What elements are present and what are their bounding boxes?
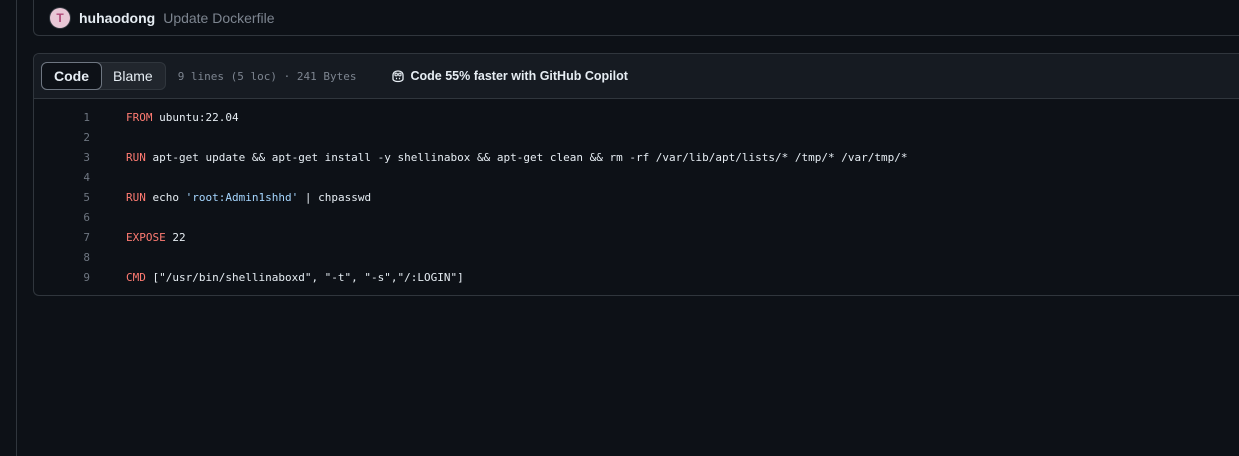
code-line[interactable]: 4 [34, 167, 1239, 187]
code-line[interactable]: 1 FROM ubuntu:22.04 [34, 107, 1239, 127]
line-number[interactable]: 1 [34, 111, 126, 124]
line-number[interactable]: 5 [34, 191, 126, 204]
code-keyword: EXPOSE [126, 230, 166, 244]
code-keyword: RUN [126, 150, 146, 164]
file-viewer: Code Blame 9 lines (5 loc) · 241 Bytes C… [33, 53, 1239, 296]
latest-commit-bar: T huhaodong Update Dockerfile [33, 0, 1239, 36]
tab-blame[interactable]: Blame [101, 63, 165, 89]
code-line[interactable]: 6 [34, 207, 1239, 227]
code-body: apt-get update && apt-get install -y she… [145, 150, 908, 164]
page-left-border [16, 0, 17, 456]
copilot-icon [391, 70, 404, 83]
author-avatar[interactable]: T [50, 7, 70, 28]
code-line[interactable]: 8 [34, 247, 1239, 267]
code-text: FROM ubuntu:22.04 [126, 111, 239, 124]
code-keyword: RUN [126, 190, 146, 204]
code-string: 'root:Admin1shhd' [185, 190, 299, 204]
code-body: echo [145, 190, 186, 204]
copilot-promo-button[interactable]: Code 55% faster with GitHub Copilot [390, 68, 628, 84]
code-line[interactable]: 5 RUN echo 'root:Admin1shhd' | chpasswd [34, 187, 1239, 207]
code-body: ["/usr/bin/shellinaboxd", "-t", "-s","/:… [145, 270, 464, 284]
copilot-promo-label: Code 55% faster with GitHub Copilot [410, 69, 628, 83]
line-number[interactable]: 2 [34, 131, 126, 144]
code-keyword: CMD [126, 270, 146, 284]
code-text: EXPOSE 22 [126, 231, 186, 244]
tab-code[interactable]: Code [41, 62, 102, 90]
line-number[interactable]: 6 [34, 211, 126, 224]
code-line[interactable]: 3 RUN apt-get update && apt-get install -… [34, 147, 1239, 167]
view-mode-toggle: Code Blame [41, 62, 166, 90]
code-text: RUN echo 'root:Admin1shhd' | chpasswd [126, 191, 371, 204]
code-line[interactable]: 2 [34, 127, 1239, 147]
file-header: Code Blame 9 lines (5 loc) · 241 Bytes C… [34, 54, 1239, 99]
file-stats: 9 lines (5 loc) · 241 Bytes [177, 69, 357, 83]
avatar-initial: T [56, 10, 64, 25]
code-keyword: FROM [126, 110, 153, 124]
line-number[interactable]: 7 [34, 231, 126, 244]
code-text: CMD ["/usr/bin/shellinaboxd", "-t", "-s"… [126, 271, 464, 284]
code-line[interactable]: 7 EXPOSE 22 [34, 227, 1239, 247]
line-number[interactable]: 8 [34, 251, 126, 264]
line-number[interactable]: 9 [34, 271, 126, 284]
code-view[interactable]: 1 FROM ubuntu:22.04 2 3 RUN apt-get update &… [34, 99, 1239, 287]
commit-message-link[interactable]: Update Dockerfile [163, 10, 274, 26]
code-body: ubuntu:22.04 [152, 110, 239, 124]
code-text: RUN apt-get update && apt-get install -y… [126, 151, 907, 164]
code-tail: | chpasswd [298, 190, 372, 204]
line-number[interactable]: 3 [34, 151, 126, 164]
line-number[interactable]: 4 [34, 171, 126, 184]
code-line[interactable]: 9 CMD ["/usr/bin/shellinaboxd", "-t", "-s… [34, 267, 1239, 287]
code-body: 22 [165, 230, 186, 244]
commit-author-link[interactable]: huhaodong [79, 10, 155, 26]
